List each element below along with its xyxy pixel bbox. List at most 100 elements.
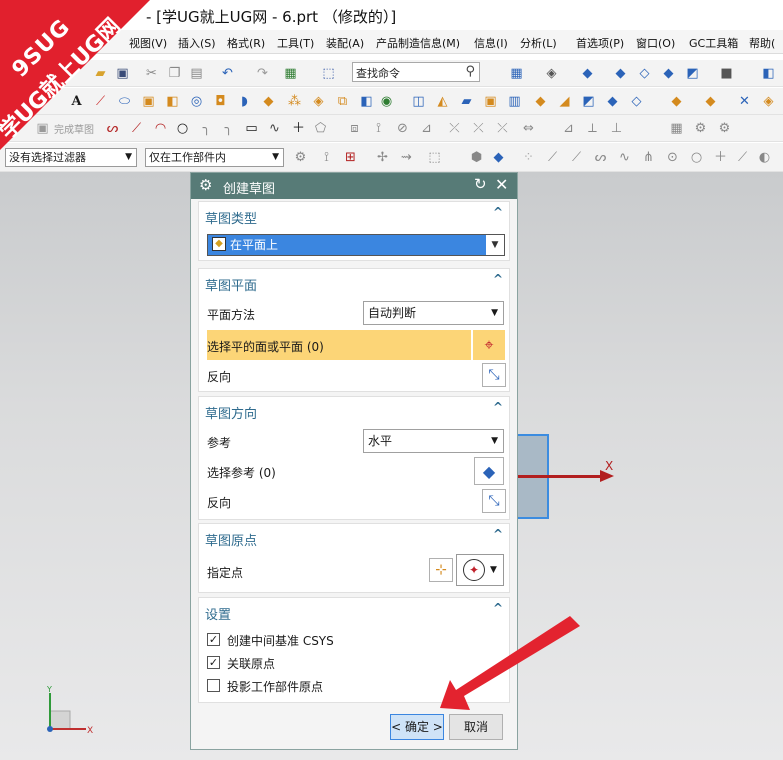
project-icon[interactable]: ⊿	[418, 120, 435, 137]
chamfer-icon[interactable]: ◆	[260, 93, 277, 110]
snap-control-icon[interactable]: ⟋	[568, 149, 585, 166]
pattern-icon[interactable]: ⁂	[286, 93, 303, 110]
menu-info[interactable]: 信息(I)	[474, 35, 508, 51]
fillet-icon[interactable]: ╮	[198, 120, 215, 137]
snap-mid-icon[interactable]: ⟋	[544, 149, 561, 166]
snap-point-on-curve-icon[interactable]: ＋	[712, 149, 729, 166]
reference-dropdown[interactable]: 水平 ▼	[363, 429, 504, 453]
select-reference-icon[interactable]: ◆	[474, 457, 504, 485]
snap-quadrant-icon[interactable]: ⋔	[640, 149, 657, 166]
snap-icon[interactable]: ⟟	[318, 149, 335, 166]
render-style-icon[interactable]: ◈	[543, 65, 560, 82]
studio-spline-icon[interactable]: ∿	[266, 120, 283, 137]
sketch-type-dropdown[interactable]: ◆ 在平面上 ▼	[207, 234, 505, 256]
view-orient-icon[interactable]: ◩	[684, 65, 701, 82]
subtract-icon[interactable]: ◧	[358, 93, 375, 110]
extrude-icon[interactable]: ◧	[164, 93, 181, 110]
circle-icon[interactable]: ○	[174, 120, 191, 137]
snap-end-icon[interactable]: ⁘	[520, 149, 537, 166]
menu-window[interactable]: 窗口(O)	[636, 35, 675, 51]
geometric-constraint-icon[interactable]: ⟂	[584, 120, 601, 137]
resize-icon[interactable]: ◇	[628, 93, 645, 110]
menu-preferences[interactable]: 首选项(P)	[576, 35, 624, 51]
crosshair-icon[interactable]: ⌖	[473, 330, 505, 360]
auto-constrain-icon[interactable]: ▦	[668, 120, 685, 137]
trim-icon[interactable]: ⤫	[446, 120, 463, 137]
offset-curve-icon[interactable]: ⬠	[312, 120, 329, 137]
snap-curve-icon[interactable]: ✢	[374, 149, 391, 166]
snap-intersect-icon[interactable]: ᔕ	[592, 149, 609, 166]
menu-help[interactable]: 帮助(	[749, 35, 775, 51]
trim-body-icon[interactable]: ▣	[482, 93, 499, 110]
reset-icon[interactable]: ↻	[474, 175, 487, 193]
box-select-icon[interactable]: ⬚	[426, 149, 443, 166]
draft-icon[interactable]: ◭	[434, 93, 451, 110]
point-dialog-icon[interactable]: ⊹	[429, 558, 453, 582]
select-plane-row[interactable]: 选择平的面或平面 (0)	[207, 330, 471, 360]
cube-icon[interactable]: ◆	[579, 65, 596, 82]
animate-icon[interactable]: ⚙	[716, 120, 733, 137]
move-curve-icon[interactable]: ⇔	[520, 120, 537, 137]
point-icon[interactable]: ＋	[290, 120, 307, 137]
feature-op-icon[interactable]: ◆	[668, 93, 685, 110]
hole-icon[interactable]: ◘	[212, 93, 229, 110]
background-icon[interactable]: ■	[718, 65, 735, 82]
checkbox-intermediate-csys[interactable]: ✓	[207, 633, 220, 646]
body-filter-icon[interactable]: ⬢	[468, 149, 485, 166]
close-icon[interactable]: ✕	[495, 175, 508, 194]
snap-existing-icon[interactable]: ○	[688, 149, 705, 166]
intersect-icon[interactable]: ◉	[378, 93, 395, 110]
dimension-icon[interactable]: ⊿	[560, 120, 577, 137]
measure-icon[interactable]: ◈	[760, 93, 777, 110]
snap-tangent-icon[interactable]: ⟋	[734, 149, 751, 166]
synchronous-icon[interactable]: ◆	[532, 93, 549, 110]
snap-face-icon[interactable]: ⇝	[398, 149, 415, 166]
edit-feature-icon[interactable]: ◆	[702, 93, 719, 110]
pattern-curve-icon[interactable]: ⧈	[346, 120, 363, 137]
cube-shaded-icon[interactable]: ◆	[612, 65, 629, 82]
replace-face-icon[interactable]: ◩	[580, 93, 597, 110]
extend-icon[interactable]: ⤫	[470, 120, 487, 137]
make-corner-icon[interactable]: ⤫	[494, 120, 511, 137]
chamfer-sketch-icon[interactable]: ╮	[220, 120, 237, 137]
grid-view-icon[interactable]: ▦	[508, 65, 525, 82]
part-nav-icon[interactable]: ◧	[760, 65, 777, 82]
shell-icon[interactable]: ◫	[410, 93, 427, 110]
menu-gc-toolbox[interactable]: GC工具箱	[689, 35, 738, 51]
snap-more-icon[interactable]: ◐	[756, 149, 773, 166]
collapse-icon[interactable]: ^	[493, 527, 503, 541]
cube-wire-icon[interactable]: ◇	[636, 65, 653, 82]
snap-arc-icon[interactable]: ∿	[616, 149, 633, 166]
point-type-dropdown[interactable]: ✦ ▼	[456, 554, 504, 586]
mirror-curve-icon[interactable]: ⟟	[370, 120, 387, 137]
split-body-icon[interactable]: ▥	[506, 93, 523, 110]
delete-face-icon[interactable]: ◆	[604, 93, 621, 110]
blend-icon[interactable]: ◗	[236, 93, 253, 110]
menu-insert[interactable]: 插入(S)	[178, 35, 216, 51]
offset-face-icon[interactable]: ▰	[458, 93, 475, 110]
arc-icon[interactable]: ◠	[152, 120, 169, 137]
checkbox-associate-origin[interactable]: ✓	[207, 656, 220, 669]
rectangle-icon[interactable]: ▭	[243, 120, 260, 137]
reverse-direction-icon[interactable]: ⤡	[482, 489, 506, 513]
snap-center-icon[interactable]: ⊙	[664, 149, 681, 166]
reverse-direction-icon[interactable]: ⤡	[482, 363, 506, 387]
collapse-icon[interactable]: ^	[493, 400, 503, 414]
checkbox-project-origin[interactable]	[207, 679, 220, 692]
menu-assembly[interactable]: 装配(A)	[326, 35, 364, 51]
component-filter-icon[interactable]: ◆	[490, 149, 507, 166]
revolve-icon[interactable]: ◎	[188, 93, 205, 110]
menu-tools[interactable]: 工具(T)	[277, 35, 314, 51]
mirror-icon[interactable]: ◈	[310, 93, 327, 110]
collapse-icon[interactable]: ^	[493, 272, 503, 286]
plane-method-dropdown[interactable]: 自动判断 ▼	[363, 301, 504, 325]
collapse-icon[interactable]: ^	[493, 205, 503, 219]
menu-analysis[interactable]: 分析(L)	[520, 35, 557, 51]
move-face-icon[interactable]: ◢	[556, 93, 573, 110]
constraint-icon[interactable]: ⊥	[608, 120, 625, 137]
delete-icon[interactable]: ✕	[736, 93, 753, 110]
intersection-icon[interactable]: ⊘	[394, 120, 411, 137]
snap-point-icon[interactable]: ⊞	[342, 149, 359, 166]
cube-face-icon[interactable]: ◆	[660, 65, 677, 82]
show-constraints-icon[interactable]: ⚙	[692, 120, 709, 137]
